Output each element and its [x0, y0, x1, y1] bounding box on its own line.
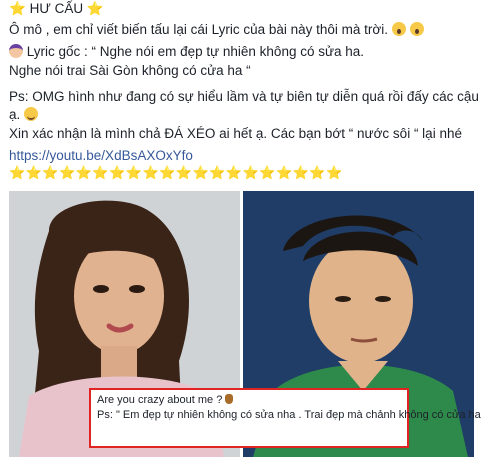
caption-box: Are you crazy about me ? Ps: " Em đẹp tự… — [89, 388, 481, 448]
stars-row: ⭐⭐⭐⭐⭐⭐⭐⭐⭐⭐⭐⭐⭐⭐⭐⭐⭐⭐⭐⭐ — [9, 165, 343, 180]
post-body: ⭐ HƯ CẤU ⭐ Ô mô , em chỉ viết biến tấu l… — [0, 0, 500, 457]
star-icon: ⭐ — [86, 1, 104, 16]
post-line-1: Ô mô , em chỉ viết biến tấu lại cái Lyri… — [9, 21, 424, 39]
face-screaming-icon — [409, 22, 424, 36]
lyric-line: Lyric gốc : “ Nghe nói em đẹp tự nhiên k… — [9, 43, 364, 61]
face-screaming-icon — [391, 22, 406, 36]
confirm-line: Xin xác nhận là mình chả ĐÁ XÉO ai hết ạ… — [9, 126, 462, 141]
post-title-line: ⭐ HƯ CẤU ⭐ — [9, 0, 104, 18]
caption-line-1: Are you crazy about me ? — [97, 394, 223, 406]
lyric-label: Lyric gốc : “ Nghe nói em đẹp tự nhiên k… — [26, 44, 365, 59]
youtube-link[interactable]: https://youtu.be/XdBsAXOxYfo — [9, 148, 193, 163]
post-link-line: https://youtu.be/XdBsAXOxYfo — [9, 147, 193, 165]
star-icon: ⭐ — [9, 1, 26, 16]
ps-line-1: Ps: OMG hình như đang có sự hiểu lầm và … — [9, 89, 479, 104]
photo-collage[interactable]: Are you crazy about me ? Ps: " Em đẹp tự… — [9, 191, 491, 457]
ps-line-2: ạ. — [9, 107, 21, 122]
caption-line-1-row: Are you crazy about me ? — [97, 393, 401, 408]
person-icon — [9, 44, 23, 58]
ps-line-2-row: ạ. — [9, 106, 479, 124]
winking-face-icon — [24, 107, 39, 121]
lyric-line-2-text: Nghe nói trai Sài Gòn không có cửa ha “ — [9, 63, 251, 78]
post-line-1-text: Ô mô , em chỉ viết biến tấu lại cái Lyri… — [9, 22, 389, 37]
post-title: HƯ CẤU — [29, 1, 84, 16]
ps-block: Ps: OMG hình như đang có sự hiểu lầm và … — [9, 88, 479, 124]
lyric-line-2: Nghe nói trai Sài Gòn không có cửa ha “ — [9, 62, 251, 80]
caption-line-2: Ps: " Em đẹp tự nhiên không có sửa nha .… — [97, 409, 481, 421]
money-bag-icon — [225, 394, 234, 404]
